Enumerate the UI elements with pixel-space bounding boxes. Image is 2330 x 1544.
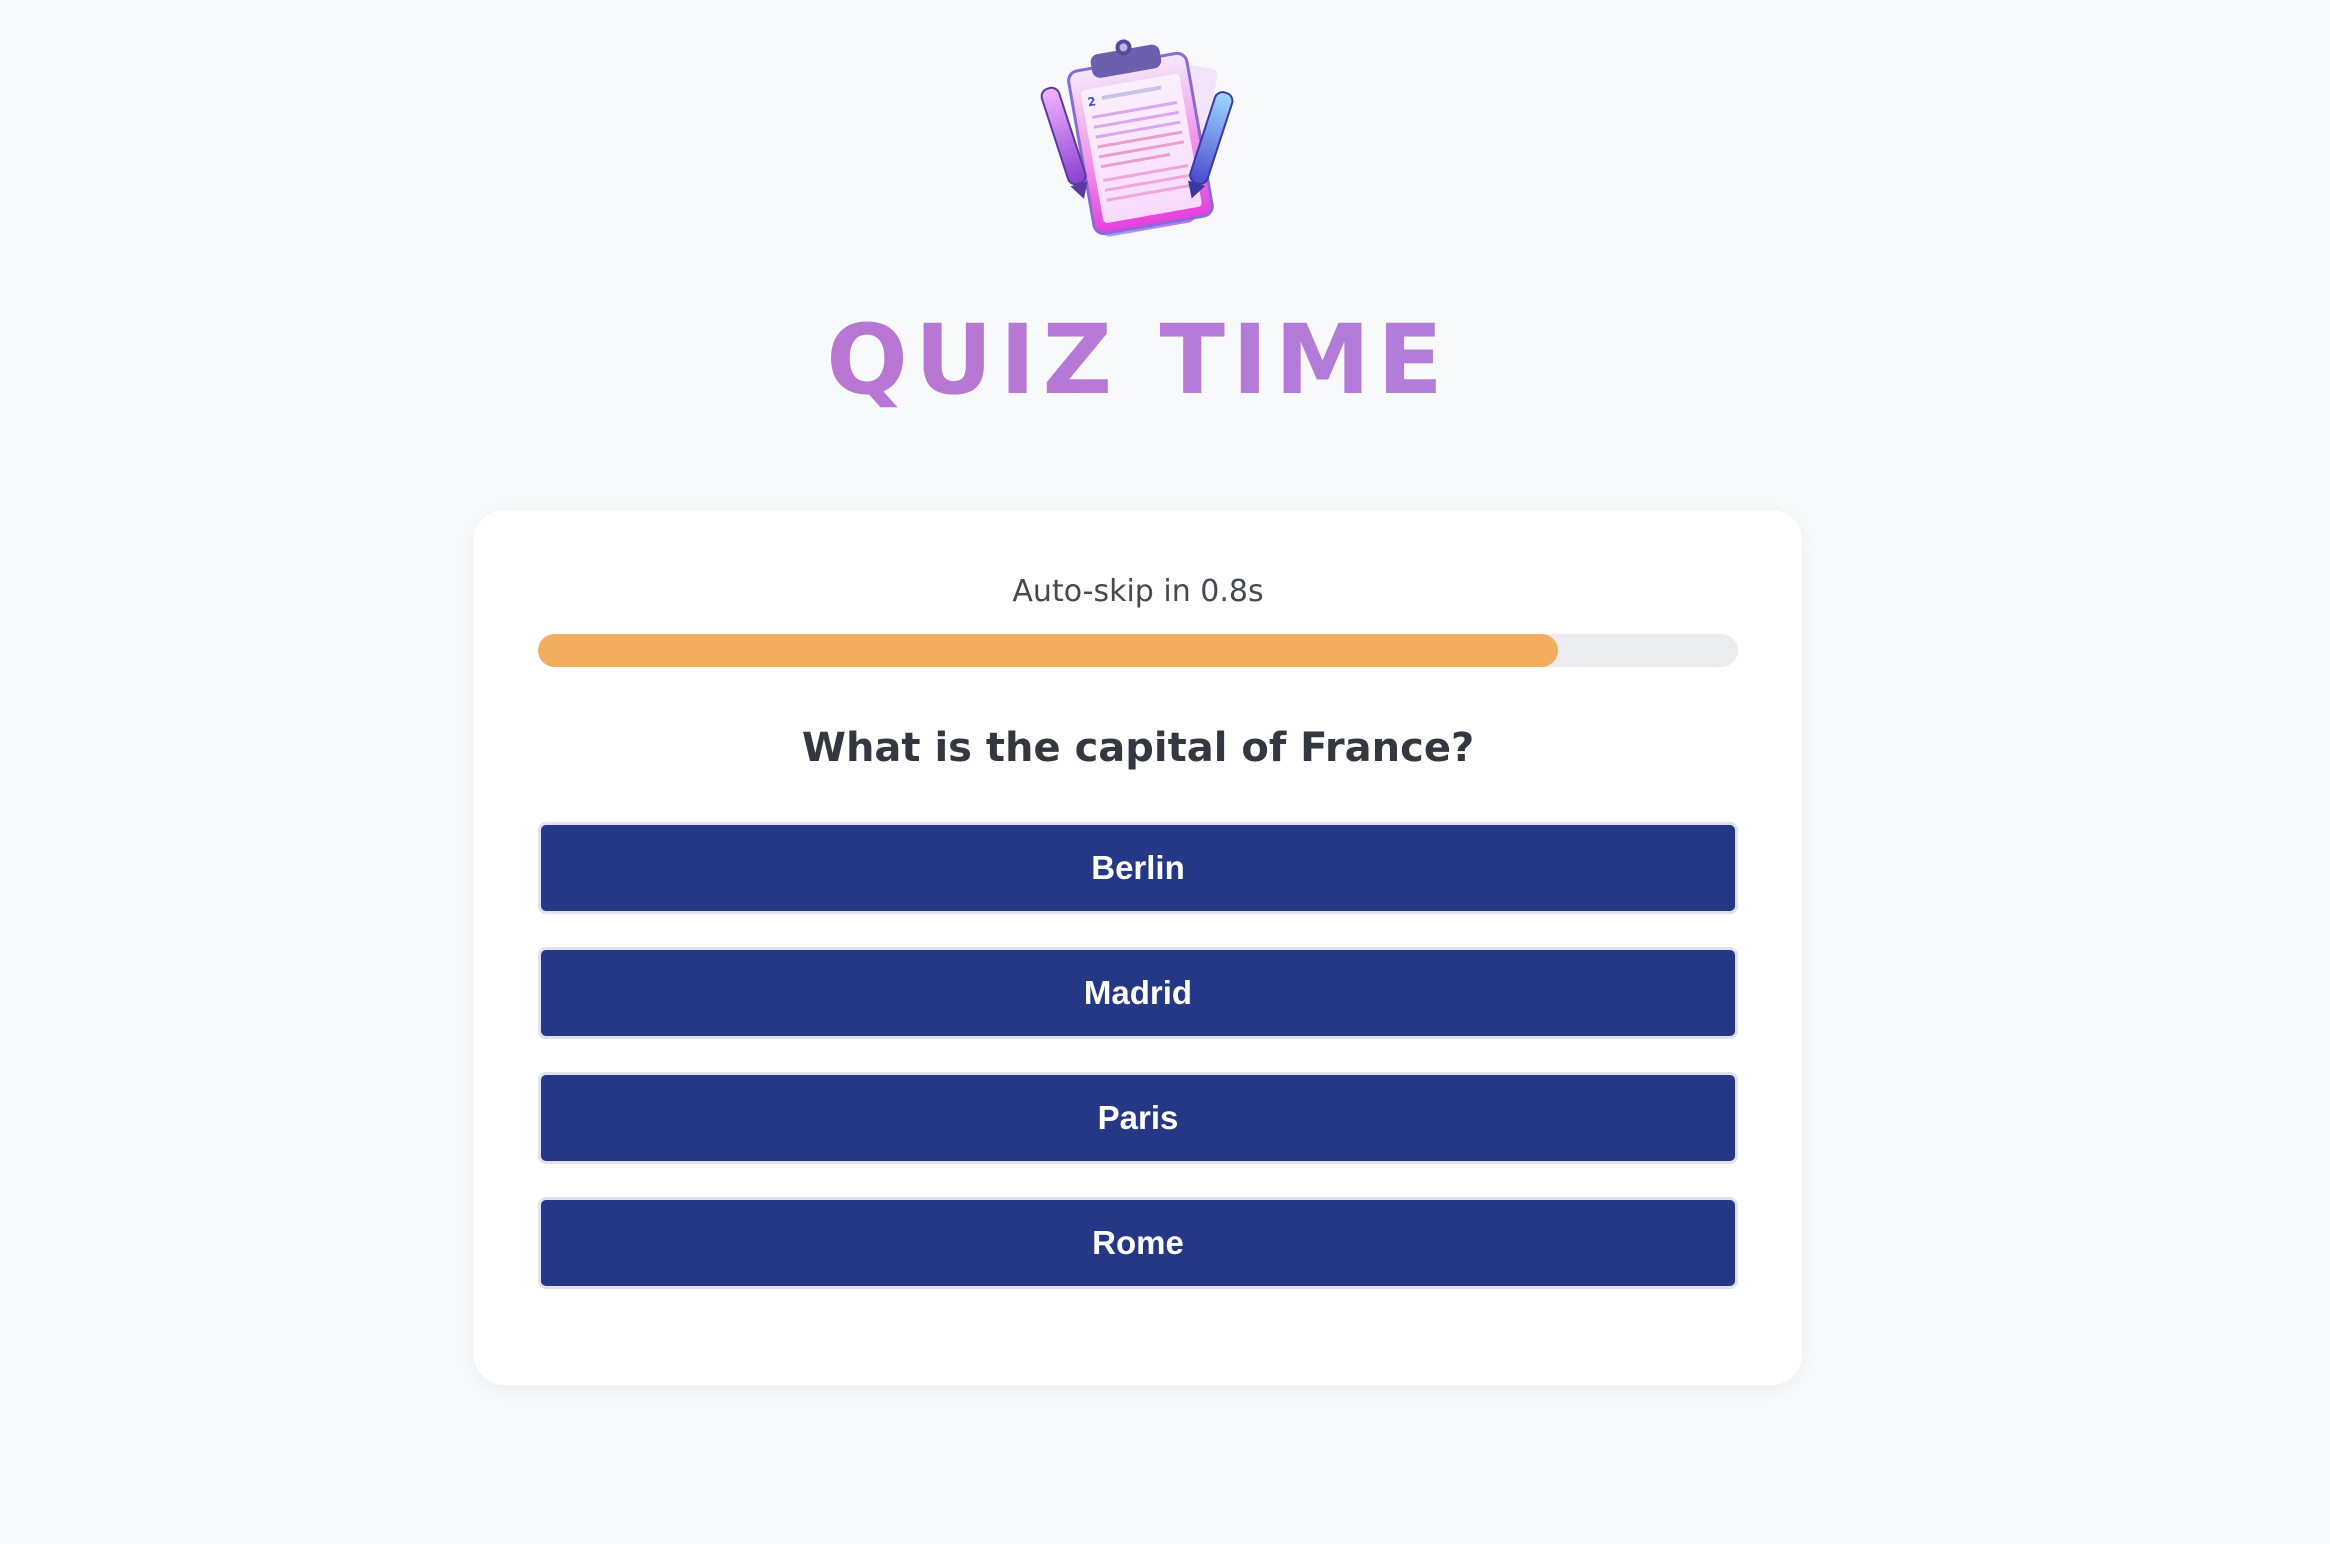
clipboard-logo-icon: 2 <box>1040 39 1234 237</box>
answer-button-madrid[interactable]: Madrid <box>538 947 1738 1039</box>
timer-progress-fill <box>538 634 1558 667</box>
answer-list: Berlin Madrid Paris Rome <box>538 822 1738 1322</box>
timer-progress-bar <box>538 634 1738 667</box>
question-text: What is the capital of France? <box>801 725 1475 771</box>
answer-button-paris[interactable]: Paris <box>538 1072 1738 1164</box>
page-title: QUIZ TIME <box>0 300 2276 420</box>
answer-button-rome[interactable]: Rome <box>538 1197 1738 1289</box>
auto-skip-timer-text: Auto-skip in 0.8s <box>1012 574 1264 609</box>
answer-button-berlin[interactable]: Berlin <box>538 822 1738 914</box>
quiz-card: Auto-skip in 0.8s What is the capital of… <box>474 510 1802 1385</box>
quiz-page: 2 QUIZ TIME Auto-skip in 0.8s What is th… <box>0 0 2330 1544</box>
